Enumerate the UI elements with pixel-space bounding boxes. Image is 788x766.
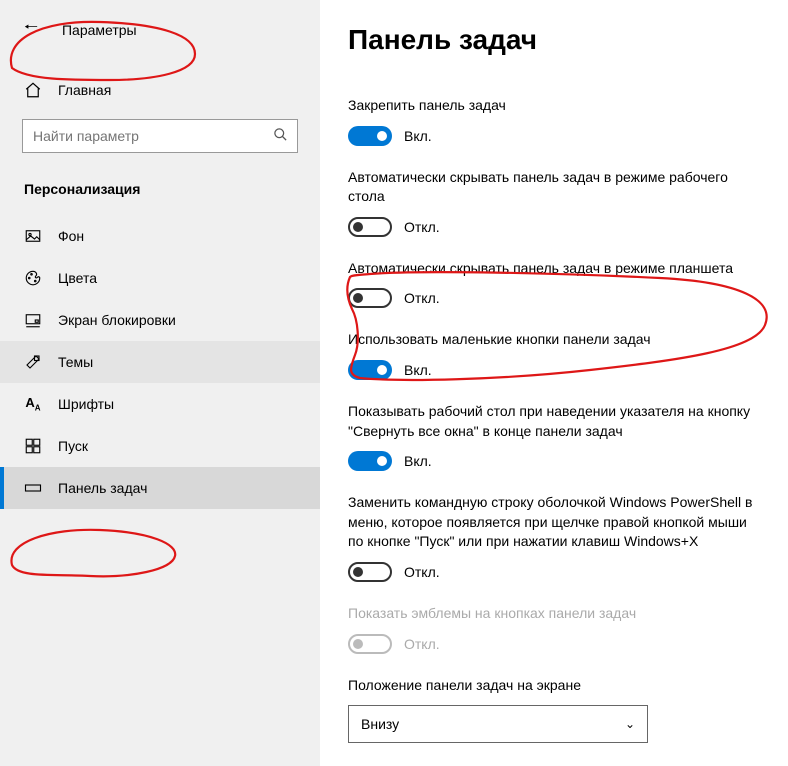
setting-label: Положение панели задач на экране [348,676,760,696]
palette-icon [24,269,42,287]
home-nav[interactable]: Главная [0,71,320,109]
start-icon [24,437,42,455]
setting-autohide-tablet: Автоматически скрывать панель задач в ре… [348,259,760,309]
toggle-powershell[interactable] [348,562,392,582]
setting-badges: Показать эмблемы на кнопках панели задач… [348,604,760,654]
toggle-peek-desktop[interactable] [348,451,392,471]
toggle-badges [348,634,392,654]
nav-label-background: Фон [58,228,84,244]
nav-themes[interactable]: Темы [0,341,320,383]
toggle-state: Вкл. [404,362,432,378]
nav-label-colors: Цвета [58,270,97,286]
toggle-small-buttons[interactable] [348,360,392,380]
search-icon [273,127,288,145]
taskbar-icon [24,479,42,497]
toggle-state: Откл. [404,290,440,306]
position-dropdown[interactable]: Внизу ⌄ [348,705,648,743]
nav-lockscreen[interactable]: Экран блокировки [0,299,320,341]
home-icon [24,81,42,99]
setting-label: Автоматически скрывать панель задач в ре… [348,168,760,207]
setting-autohide-desktop: Автоматически скрывать панель задач в ре… [348,168,760,237]
nav-colors[interactable]: Цвета [0,257,320,299]
setting-position: Положение панели задач на экране Внизу ⌄ [348,676,760,744]
nav-taskbar[interactable]: Панель задач [0,467,320,509]
header-title: Параметры [62,22,137,38]
picture-icon [24,227,42,245]
nav-label-taskbar: Панель задач [58,480,147,496]
nav-start[interactable]: Пуск [0,425,320,467]
back-icon[interactable]: 🠐 [24,16,38,43]
main-panel: Панель задач Закрепить панель задач Вкл.… [320,0,788,766]
dropdown-value: Внизу [361,716,399,732]
search-box [22,119,298,153]
nav-label-themes: Темы [58,354,93,370]
toggle-autohide-tablet[interactable] [348,288,392,308]
nav-label-fonts: Шрифты [58,396,114,412]
setting-small-buttons: Использовать маленькие кнопки панели зад… [348,330,760,380]
nav-label-start: Пуск [58,438,88,454]
section-title: Персонализация [0,173,320,215]
setting-label: Показывать рабочий стол при наведении ук… [348,402,760,441]
nav-fonts[interactable]: AA Шрифты [0,383,320,425]
toggle-state: Вкл. [404,453,432,469]
nav-label-lockscreen: Экран блокировки [58,312,176,328]
page-title: Панель задач [348,24,760,56]
toggle-state: Откл. [404,219,440,235]
toggle-state: Вкл. [404,128,432,144]
fonts-icon: AA [24,395,42,413]
setting-label: Автоматически скрывать панель задач в ре… [348,259,760,279]
chevron-down-icon: ⌄ [625,717,635,731]
toggle-state: Откл. [404,564,440,580]
settings-sidebar: 🠐 Параметры Главная Персонализация Фон Ц… [0,0,320,766]
search-input[interactable] [22,119,298,153]
toggle-autohide-desktop[interactable] [348,217,392,237]
toggle-lock-taskbar[interactable] [348,126,392,146]
nav-background[interactable]: Фон [0,215,320,257]
setting-label: Использовать маленькие кнопки панели зад… [348,330,760,350]
setting-peek-desktop: Показывать рабочий стол при наведении ук… [348,402,760,471]
lockscreen-icon [24,311,42,329]
themes-icon [24,353,42,371]
setting-label: Закрепить панель задач [348,96,760,116]
setting-lock-taskbar: Закрепить панель задач Вкл. [348,96,760,146]
setting-label: Показать эмблемы на кнопках панели задач [348,604,760,624]
header-row: 🠐 Параметры [0,0,320,51]
toggle-state: Откл. [404,636,440,652]
home-label: Главная [58,82,111,98]
setting-powershell: Заменить командную строку оболочкой Wind… [348,493,760,582]
setting-label: Заменить командную строку оболочкой Wind… [348,493,760,552]
